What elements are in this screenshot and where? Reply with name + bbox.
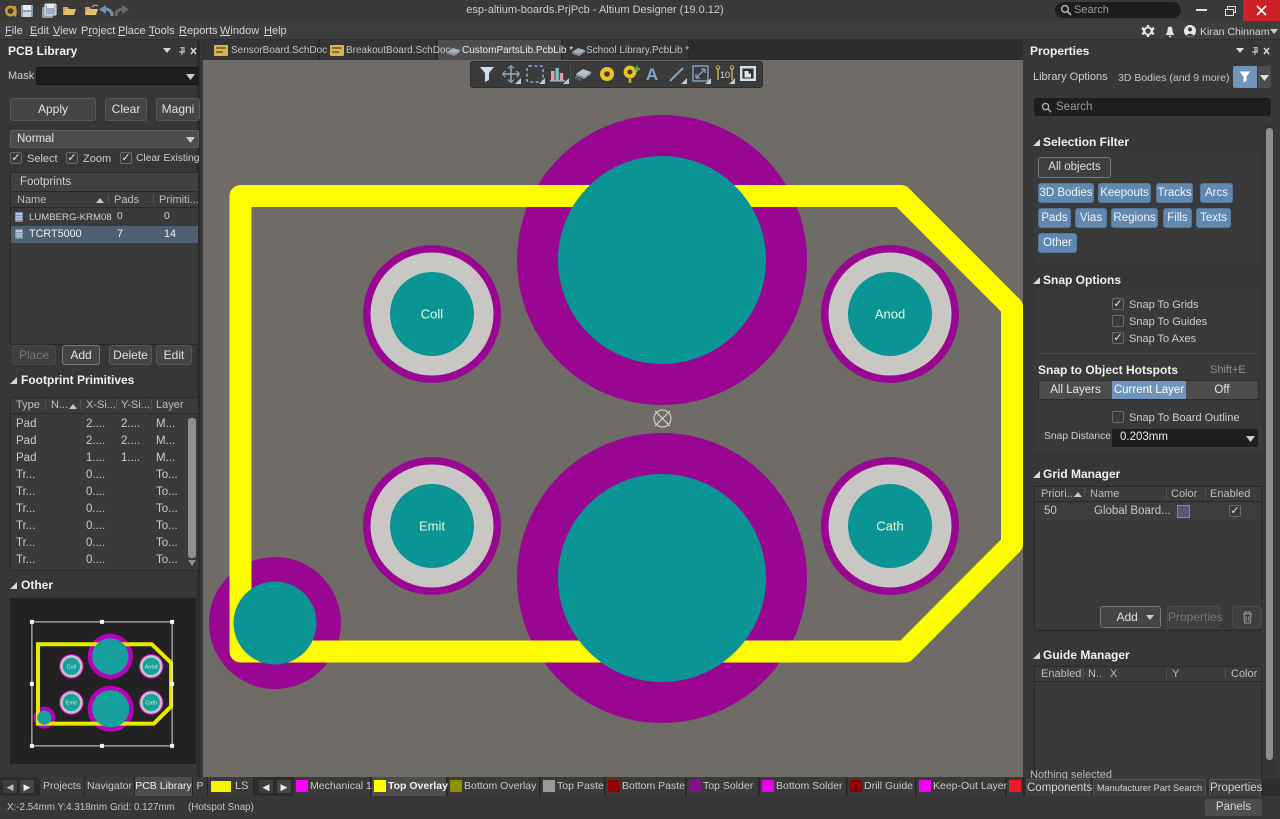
svg-text:10: 10	[720, 70, 730, 80]
svg-text:Cath: Cath	[876, 519, 903, 534]
svg-text:Emit: Emit	[66, 701, 77, 707]
svg-text:Cath: Cath	[145, 701, 157, 707]
svg-text:Coll: Coll	[421, 307, 444, 322]
svg-text:Coll: Coll	[67, 664, 76, 670]
svg-text:Anod: Anod	[145, 664, 158, 670]
svg-text:Kiran Chinnam: Kiran Chinnam	[1200, 26, 1270, 38]
svg-text:Anod: Anod	[875, 307, 905, 322]
svg-text:Emit: Emit	[419, 519, 445, 534]
svg-text:A: A	[646, 65, 658, 84]
